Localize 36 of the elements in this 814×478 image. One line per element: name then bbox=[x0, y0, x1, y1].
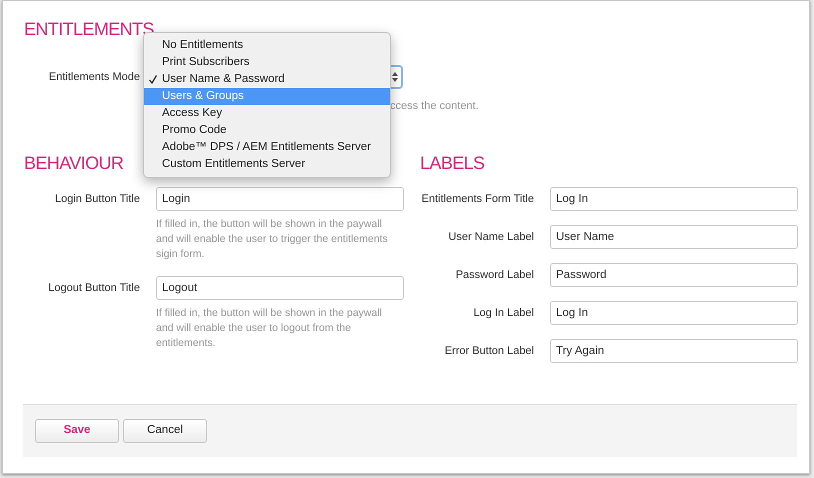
field-label: User Name Label bbox=[447, 230, 534, 245]
section-heading: LABELS bbox=[420, 152, 484, 175]
help-text: If filled in, the button will be shown in the paywall and will enable the user to trigger the entitlements sigin form. bbox=[156, 217, 389, 262]
menu-item-label: User Name & Password bbox=[162, 73, 285, 85]
menu-item[interactable]: Promo Code bbox=[144, 122, 390, 139]
field-label: Logout Button Title bbox=[47, 280, 140, 296]
menu-item-label: Users & Groups bbox=[162, 90, 244, 102]
cancel-button[interactable]: Cancel bbox=[123, 419, 207, 443]
menu-item-label: No Entitlements bbox=[162, 39, 244, 51]
menu-item[interactable]: Custom Entitlements Server bbox=[144, 156, 390, 173]
menu-item-label: Custom Entitlements Server bbox=[162, 158, 306, 170]
text-field[interactable]: Logout bbox=[156, 276, 404, 300]
help-text: ccess the content. bbox=[390, 100, 479, 112]
menu-item-label: Promo Code bbox=[162, 124, 227, 136]
field-label: Login Button Title bbox=[54, 192, 140, 207]
menu-item-label: Print Subscribers bbox=[162, 56, 250, 68]
help-text: If filled in, the button will be shown in the paywall and will enable the user to logout from the entitlements. bbox=[156, 306, 383, 351]
section-heading: BEHAVIOUR bbox=[24, 152, 124, 175]
text-field[interactable]: Log In bbox=[550, 301, 798, 325]
field-label: Log In Label bbox=[472, 306, 534, 321]
menu-item[interactable]: Print Subscribers bbox=[144, 54, 390, 71]
text-field[interactable]: User Name bbox=[550, 225, 798, 249]
field-label: Password Label bbox=[454, 268, 534, 283]
menu-item[interactable]: Access Key bbox=[144, 105, 390, 122]
text-field[interactable]: Password bbox=[550, 263, 798, 287]
menu-item[interactable]: Adobe™ DPS / AEM Entitlements Server bbox=[144, 139, 390, 156]
menu-item[interactable]: User Name & Password bbox=[144, 71, 390, 88]
field-label: Entitlements Mode bbox=[48, 70, 140, 85]
field-label: Entitlements Form Title bbox=[420, 192, 534, 207]
text-field[interactable]: Try Again bbox=[550, 339, 798, 363]
field-label: Error Button Label bbox=[444, 344, 534, 359]
menu-item-label: Access Key bbox=[162, 107, 222, 119]
text-field[interactable]: Log In bbox=[550, 187, 798, 211]
save-button[interactable]: Save bbox=[35, 419, 119, 443]
menu-item-label: Adobe™ DPS / AEM Entitlements Server bbox=[162, 141, 372, 153]
text-field[interactable]: Login bbox=[156, 187, 404, 211]
